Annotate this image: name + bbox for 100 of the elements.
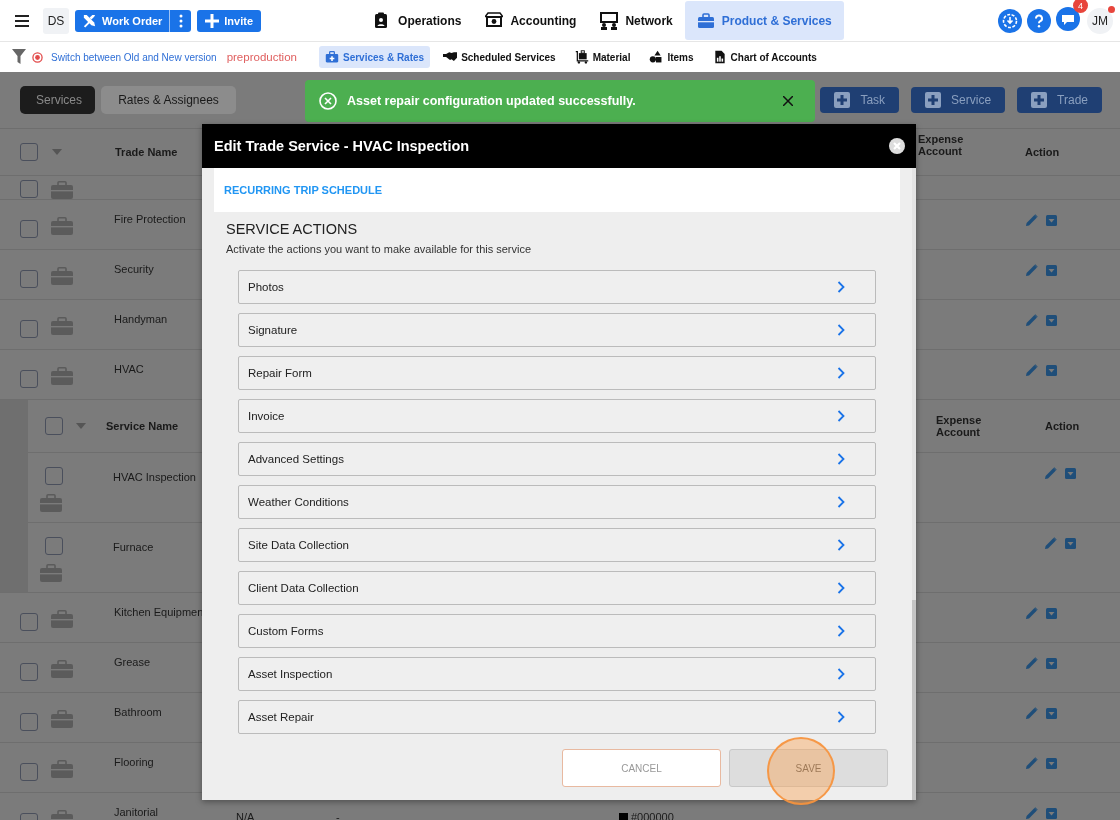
action-row[interactable]: Asset Repair (238, 700, 876, 734)
action-row[interactable]: Custom Forms (238, 614, 876, 648)
checkbox[interactable] (20, 613, 38, 631)
dropdown-icon[interactable] (1046, 657, 1057, 669)
work-order-button[interactable]: Work Order (75, 9, 170, 32)
workspace-badge[interactable]: DS (43, 7, 69, 34)
pencil-icon[interactable] (1045, 537, 1057, 549)
dropdown-icon[interactable] (1046, 214, 1057, 226)
checkbox[interactable] (20, 320, 38, 338)
table-cell-text: Fire Protection (114, 213, 187, 225)
sub-nav-item[interactable]: Items (643, 46, 700, 68)
help-icon[interactable] (1027, 8, 1051, 33)
checkbox[interactable] (20, 663, 38, 681)
briefcase-icon (40, 564, 62, 582)
filter-icon[interactable] (12, 49, 26, 65)
dropdown-icon[interactable] (1046, 707, 1057, 719)
pencil-icon[interactable] (1026, 757, 1038, 769)
nav-item[interactable]: Network (588, 1, 685, 40)
dropdown-icon[interactable] (1046, 607, 1057, 619)
checkbox[interactable] (20, 220, 38, 238)
action-row[interactable]: Site Data Collection (238, 528, 876, 562)
sub-nav-item[interactable]: Scheduled Services (437, 46, 562, 68)
add-button[interactable]: Service (911, 87, 1006, 113)
action-label: Signature (248, 324, 298, 336)
checkbox[interactable] (20, 370, 38, 388)
checkbox[interactable] (20, 763, 38, 781)
action-row[interactable]: Advanced Settings (238, 442, 876, 476)
pencil-icon[interactable] (1026, 657, 1038, 669)
action-row[interactable]: Client Data Collection (238, 571, 876, 605)
pencil-icon[interactable] (1026, 214, 1038, 226)
pencil-icon[interactable] (1026, 264, 1038, 276)
chevron-right-icon (837, 711, 845, 723)
sub-nav-item[interactable]: Services & Rates (318, 46, 431, 68)
action-row[interactable]: Invoice (238, 399, 876, 433)
action-row[interactable]: Signature (238, 313, 876, 347)
add-button[interactable]: Task (820, 87, 900, 113)
caret-down-icon[interactable] (76, 423, 86, 429)
chevron-right-icon (837, 367, 845, 379)
briefcase-icon (51, 367, 73, 385)
section-description: Activate the actions you want to make available for this service (226, 243, 533, 255)
close-icon[interactable] (783, 96, 793, 106)
record-icon (32, 51, 43, 63)
chevron-right-icon (837, 453, 845, 465)
view-tab[interactable]: Rates & Assignees (101, 86, 236, 114)
dropdown-icon[interactable] (1046, 314, 1057, 326)
more-button[interactable] (169, 9, 192, 32)
action-label: Custom Forms (248, 625, 324, 637)
nav-item[interactable]: Operations (361, 1, 474, 40)
action-label: Asset Repair (248, 711, 314, 723)
pencil-icon[interactable] (1026, 607, 1038, 619)
pencil-icon[interactable] (1026, 314, 1038, 326)
menu-icon[interactable] (15, 14, 29, 27)
document-icon (712, 50, 727, 64)
action-row[interactable]: Repair Form (238, 356, 876, 390)
checkbox[interactable] (45, 467, 63, 485)
checkbox[interactable] (45, 417, 63, 435)
chevron-right-icon (837, 281, 845, 293)
column-header: Action (1025, 146, 1061, 158)
version-link[interactable]: Switch between Old and New version (51, 51, 217, 63)
pencil-icon[interactable] (1026, 364, 1038, 376)
checkbox[interactable] (20, 143, 38, 161)
pencil-icon[interactable] (1045, 467, 1057, 479)
chat-icon[interactable] (1056, 7, 1080, 31)
nav-item[interactable]: Accounting (473, 1, 589, 40)
close-icon[interactable] (889, 138, 905, 154)
sub-nav-item[interactable]: Material (568, 46, 637, 68)
sub-nav-item[interactable]: Chart of Accounts (706, 46, 823, 68)
tools-icon (82, 13, 97, 28)
invite-button[interactable]: Invite (197, 9, 262, 32)
caret-down-icon[interactable] (52, 149, 62, 155)
add-button[interactable]: Trade (1017, 87, 1102, 113)
download-icon[interactable] (998, 8, 1022, 33)
user-avatar[interactable]: JM (1087, 7, 1113, 34)
chevron-right-icon (837, 625, 845, 637)
briefcase-icon (51, 267, 73, 285)
action-row[interactable]: Asset Inspection (238, 657, 876, 691)
column-header: Expense Account (936, 414, 983, 438)
pencil-icon[interactable] (1026, 707, 1038, 719)
briefcase-icon (51, 710, 73, 728)
checkbox[interactable] (20, 713, 38, 731)
dropdown-icon[interactable] (1046, 264, 1057, 276)
action-label: Repair Form (248, 367, 312, 379)
action-row[interactable]: Weather Conditions (238, 485, 876, 519)
dropdown-icon[interactable] (1065, 537, 1076, 549)
nav-item[interactable]: Product & Services (684, 1, 844, 40)
view-tab[interactable]: Services (20, 86, 95, 114)
checkbox[interactable] (45, 537, 63, 555)
dropdown-icon[interactable] (1046, 364, 1057, 376)
table-cell-text: Flooring (114, 756, 155, 768)
dropdown-icon[interactable] (1065, 467, 1076, 479)
action-row[interactable]: Photos (238, 270, 876, 304)
scrollbar[interactable] (912, 168, 916, 800)
checkbox[interactable] (20, 270, 38, 288)
checkbox[interactable] (20, 180, 38, 198)
section-heading: SERVICE ACTIONS (226, 221, 359, 237)
dropdown-icon[interactable] (1046, 757, 1057, 769)
pencil-icon[interactable] (1026, 807, 1038, 819)
dropdown-icon[interactable] (1046, 807, 1057, 819)
notification-badge: 4 (1073, 0, 1088, 13)
briefcase-icon (40, 494, 62, 512)
